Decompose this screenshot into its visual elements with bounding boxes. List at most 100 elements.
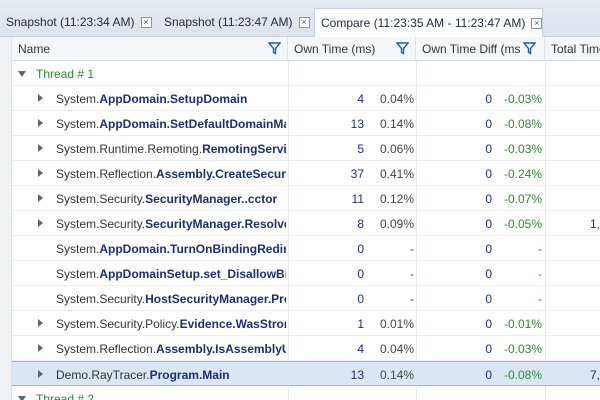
own-time-diff-percent: - <box>538 266 542 281</box>
method-namespace: System.Security. <box>56 191 146 206</box>
table-row[interactable]: System.Reflection.Assembly.IsAssemblyUnd… <box>12 336 600 361</box>
column-header-label: Name <box>18 42 51 56</box>
total-time-value: 1, <box>589 216 600 231</box>
own-time-diff-value: 0 <box>485 266 492 281</box>
method-name: System.Reflection.Assembly.CreateSecurit… <box>56 161 286 186</box>
own-time-value: 11 <box>351 191 364 206</box>
triangle-right-icon[interactable] <box>38 344 43 352</box>
triangle-right-icon[interactable] <box>38 169 43 177</box>
column-header-own-time-diff[interactable]: Own Time Diff (ms <box>416 37 545 61</box>
own-time-percent: - <box>410 241 414 256</box>
row-gutter <box>0 37 12 400</box>
triangle-right-icon[interactable] <box>38 119 43 127</box>
own-time-diff-percent: -0.08% <box>503 116 542 131</box>
method-member: Evidence.WasStrongNameEvidenceUsed <box>179 316 286 331</box>
own-time-value: 4 <box>357 91 364 106</box>
method-name: System.Reflection.Assembly.IsAssemblyUnd… <box>56 336 286 361</box>
total-time-value <box>548 136 600 161</box>
thread-row[interactable]: Thread # 1 <box>12 61 600 86</box>
own-time-percent: 0.06% <box>379 141 414 156</box>
table-row[interactable]: System.Security.HostSecurityManager.Prov… <box>12 286 600 311</box>
own-time-diff-value: 0 <box>485 141 492 156</box>
filter-funnel-icon[interactable] <box>523 42 536 55</box>
table-row[interactable]: System. AppDomain.SetupDomain 4 0.04% 0 -0.03… <box>12 86 600 111</box>
method-name: System.Security. SecurityManager..cctor <box>56 186 286 211</box>
method-namespace: System.Reflection. <box>56 166 157 181</box>
tab-compare[interactable]: Compare (11:23:35 AM - 11:23:47 AM) × <box>314 8 544 38</box>
own-time-value: 1 <box>357 316 364 331</box>
own-time-value: 8 <box>357 216 364 231</box>
method-member: HostSecurityManager.ProvideAppDomainEvid… <box>145 291 286 306</box>
own-time-percent: 0.04% <box>379 341 414 356</box>
method-name: System.AppDomain.TurnOnBindingRedirects <box>56 236 286 261</box>
table-row[interactable]: System.Security. SecurityManager..cctor 11… <box>12 186 600 211</box>
filter-funnel-icon[interactable] <box>396 42 409 55</box>
method-name: System.AppDomain.SetDefaultDomainManager <box>56 111 286 136</box>
triangle-right-icon[interactable] <box>38 144 43 152</box>
column-header-own-time[interactable]: Own Time (ms) <box>288 37 416 61</box>
table-row[interactable]: System.AppDomainSetup.set_DisallowBindin… <box>12 261 600 286</box>
own-time-diff-value: 0 <box>485 341 492 356</box>
method-member: Assembly.CreateSecurityIdentity <box>156 166 286 181</box>
own-time-diff-percent: -0.03% <box>503 141 542 156</box>
own-time-diff-value: 0 <box>485 116 492 131</box>
method-namespace: System.Reflection. <box>56 341 157 356</box>
close-icon[interactable]: × <box>531 17 543 29</box>
tab-snapshot-2[interactable]: Snapshot (11:23:47 AM) × <box>158 9 310 35</box>
total-time-value <box>548 311 600 336</box>
tab-label: Compare (11:23:35 AM - 11:23:47 AM) <box>321 16 526 30</box>
total-time-value <box>548 161 600 186</box>
filter-funnel-icon[interactable] <box>268 42 281 55</box>
triangle-right-icon[interactable] <box>38 219 43 227</box>
method-name: Demo.RayTracer. Program.Main <box>56 362 286 387</box>
own-time-diff-value: 0 <box>485 166 492 181</box>
total-time-value <box>548 336 600 361</box>
table-row[interactable]: System.AppDomain.TurnOnBindingRedirects 0… <box>12 236 600 261</box>
own-time-value: 0 <box>357 291 364 306</box>
total-time-value <box>548 186 600 211</box>
total-time-value <box>548 86 600 111</box>
table-row[interactable]: System.Runtime.Remoting.RemotingServices… <box>12 136 600 161</box>
triangle-right-icon[interactable] <box>38 370 43 378</box>
own-time-diff-percent: -0.03% <box>503 341 542 356</box>
triangle-right-icon[interactable] <box>38 319 43 327</box>
tab-label: Snapshot (11:23:47 AM) <box>164 15 293 29</box>
own-time-diff-value: 0 <box>485 291 492 306</box>
triangle-down-icon[interactable] <box>18 396 26 400</box>
own-time-percent: - <box>410 291 414 306</box>
method-name: System.Security.HostSecurityManager.Prov… <box>56 286 286 311</box>
triangle-down-icon[interactable] <box>18 71 26 77</box>
method-member: AppDomainSetup.set_DisallowBindingRedire… <box>99 266 286 281</box>
table-row[interactable]: Demo.RayTracer. Program.Main 13 0.14% 0 -0.08… <box>12 361 600 386</box>
call-tree: Thread # 1 System. AppDomain.SetupDomain 4… <box>12 61 600 400</box>
close-icon[interactable]: × <box>140 16 152 28</box>
table-row[interactable]: System.AppDomain.SetDefaultDomainManager… <box>12 111 600 136</box>
method-member: SecurityManager.ResolvePolicy <box>145 216 286 231</box>
method-member: AppDomain.TurnOnBindingRedirects <box>99 241 286 256</box>
own-time-percent: 0.01% <box>379 316 414 331</box>
tab-snapshot-1[interactable]: Snapshot (11:23:34 AM) × <box>0 9 152 35</box>
table-row[interactable]: System.Security.Policy. Evidence.WasStron… <box>12 311 600 336</box>
own-time-value: 13 <box>350 367 364 382</box>
table-row[interactable]: System.Reflection.Assembly.CreateSecurit… <box>12 161 600 186</box>
method-member: AppDomain.SetupDomain <box>99 91 248 106</box>
own-time-diff-percent: -0.01% <box>503 316 542 331</box>
triangle-right-icon[interactable] <box>38 94 43 102</box>
table-row[interactable]: System.Security.SecurityManager.ResolveP… <box>12 211 600 236</box>
own-time-value: 4 <box>357 341 364 356</box>
method-name: System. AppDomain.SetupDomain <box>56 86 286 111</box>
column-header-name[interactable]: Name <box>12 37 288 61</box>
own-time-percent: - <box>410 266 414 281</box>
own-time-value: 13 <box>350 116 364 131</box>
method-member: Assembly.IsAssemblyUnderAppBase <box>156 341 286 356</box>
triangle-right-icon[interactable] <box>38 194 43 202</box>
total-time-value <box>548 236 600 261</box>
own-time-diff-percent: -0.03% <box>503 91 542 106</box>
method-name: System.Runtime.Remoting.RemotingServices <box>56 136 286 161</box>
thread-label: Thread # 2 <box>36 391 95 400</box>
close-icon[interactable]: × <box>298 16 310 28</box>
own-time-diff-percent: -0.24% <box>503 166 542 181</box>
column-header-total-time[interactable]: Total Time <box>545 37 600 61</box>
thread-row[interactable]: Thread # 2 <box>12 386 600 400</box>
column-header-row: Name Own Time (ms) Own Time Diff (ms Tot… <box>0 37 600 61</box>
